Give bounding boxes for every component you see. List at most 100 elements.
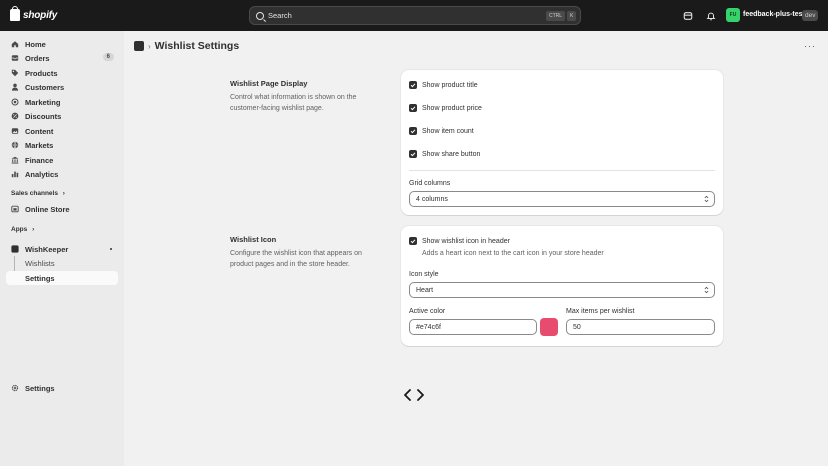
icon-settings-card: Show wishlist icon in header Adds a hear… <box>401 226 723 346</box>
main-content: › Wishlist Settings ··· Wishlist Page Di… <box>124 31 828 466</box>
chevron-right-icon: › <box>148 41 151 51</box>
search-bar[interactable]: CTRL K <box>249 6 581 25</box>
tag-icon <box>11 69 19 77</box>
sidebar-item-label: WishKeeper <box>25 244 69 254</box>
apps-heading[interactable]: Apps › <box>11 226 34 233</box>
sidebar-item-customers[interactable]: Customers <box>6 80 118 94</box>
sidebar-subitem-wishlists[interactable]: Wishlists <box>25 259 55 268</box>
orders-icon <box>11 54 19 62</box>
shopify-bag-icon <box>10 6 20 21</box>
sales-channels-label: Sales channels <box>11 190 58 197</box>
app-icon <box>11 245 19 253</box>
image-icon <box>11 127 19 135</box>
divider <box>409 170 715 171</box>
sidebar-item-label: Home <box>25 39 46 49</box>
code-icon[interactable] <box>404 389 424 403</box>
show-icon-help-text: Adds a heart icon next to the cart icon … <box>422 250 604 257</box>
sidebar-item-label: Finance <box>25 155 54 165</box>
sidebar-item-settings[interactable]: Settings <box>6 381 118 395</box>
sidebar-item-label: Online Store <box>25 204 70 214</box>
bar-chart-icon <box>11 170 19 178</box>
show-share-button-checkbox[interactable]: Show share button <box>409 150 480 158</box>
sidebar-item-orders[interactable]: Orders 6 <box>6 51 118 65</box>
store-icon[interactable] <box>682 10 693 21</box>
checkmark-icon <box>409 81 417 89</box>
show-header-icon-checkbox[interactable]: Show wishlist icon in header <box>409 237 510 245</box>
sidebar-item-label: Customers <box>25 82 65 92</box>
dev-badge: dev <box>802 10 819 21</box>
icon-style-label: Icon style <box>409 271 439 278</box>
active-color-input[interactable]: #e74c6f <box>409 319 537 335</box>
show-title-checkbox[interactable]: Show product title <box>409 81 478 89</box>
checkbox-label: Show item count <box>422 127 474 135</box>
sidebar-item-products[interactable]: Products <box>6 66 118 80</box>
sidebar-item-finance[interactable]: Finance <box>6 153 118 167</box>
orders-count-badge: 6 <box>102 53 114 61</box>
sidebar-item-label: Analytics <box>25 169 59 179</box>
discount-icon <box>11 112 19 120</box>
icon-style-select[interactable]: Heart <box>409 282 715 298</box>
display-section-title: Wishlist Page Display <box>230 79 308 88</box>
show-item-count-checkbox[interactable]: Show item count <box>409 127 474 135</box>
max-items-label: Max items per wishlist <box>566 308 635 315</box>
chevron-right-icon: › <box>62 190 65 197</box>
checkmark-icon <box>409 150 417 158</box>
more-actions-icon[interactable]: ··· <box>804 41 816 51</box>
target-icon <box>11 98 19 106</box>
search-input[interactable] <box>268 11 518 20</box>
chevron-right-icon: › <box>32 226 35 233</box>
display-settings-card: Show product title Show product price Sh… <box>401 70 723 215</box>
grid-columns-select[interactable]: 4 columns <box>409 191 715 207</box>
checkmark-icon <box>409 237 417 245</box>
sidebar-item-label: Marketing <box>25 97 61 107</box>
sidebar-item-discounts[interactable]: Discounts <box>6 109 118 123</box>
sidebar-item-analytics[interactable]: Analytics <box>6 167 118 181</box>
active-color-swatch[interactable] <box>540 318 558 336</box>
page-header: › Wishlist Settings <box>134 40 239 52</box>
shopify-logo[interactable]: shopify <box>10 6 58 21</box>
checkbox-label: Show wishlist icon in header <box>422 237 510 245</box>
sidebar-subitem-settings-active[interactable] <box>6 271 118 285</box>
sidebar-item-markets[interactable]: Markets <box>6 138 118 152</box>
sidebar-subitem-settings[interactable]: Settings <box>25 274 55 283</box>
icon-section-description: Configure the wishlist icon that appears… <box>230 250 362 268</box>
sidebar-item-label: Products <box>25 68 58 78</box>
icon-section-title: Wishlist Icon <box>230 235 277 244</box>
max-items-input[interactable]: 50 <box>566 319 715 335</box>
sidebar-item-label: Markets <box>25 140 54 150</box>
store-avatar[interactable]: FU <box>726 8 740 22</box>
bell-icon[interactable] <box>705 10 716 21</box>
top-bar: shopify CTRL K FU feedback-plus-test dev <box>0 0 828 31</box>
sidebar-item-label: Discounts <box>25 111 62 121</box>
sales-channels-heading[interactable]: Sales channels › <box>11 190 65 197</box>
store-name[interactable]: feedback-plus-test <box>743 11 805 18</box>
sidebar-item-home[interactable]: Home <box>6 37 118 51</box>
home-icon <box>11 40 19 48</box>
person-icon <box>11 83 19 91</box>
sidebar-item-label: Settings <box>25 383 55 393</box>
select-arrows-icon <box>704 286 709 294</box>
globe-icon <box>11 141 19 149</box>
bank-icon <box>11 156 19 164</box>
apps-label: Apps <box>11 226 28 233</box>
sidebar: Home Orders 6 Products Customers Marketi… <box>0 31 124 466</box>
shortcut-ctrl: CTRL <box>546 11 566 21</box>
active-color-label: Active color <box>409 308 446 315</box>
pin-dot-icon <box>110 248 112 250</box>
sidebar-item-online-store[interactable]: Online Store <box>6 202 118 216</box>
sidebar-item-wishkeeper[interactable]: WishKeeper <box>6 242 118 256</box>
sidebar-item-label: Orders <box>25 53 50 63</box>
checkmark-icon <box>409 104 417 112</box>
select-arrows-icon <box>704 195 709 203</box>
sidebar-item-marketing[interactable]: Marketing <box>6 95 118 109</box>
display-section-description: Control what information is shown on the… <box>230 94 357 112</box>
select-value: Heart <box>416 286 434 294</box>
app-icon[interactable] <box>134 41 144 51</box>
sidebar-item-content[interactable]: Content <box>6 124 118 138</box>
storefront-icon <box>11 205 19 213</box>
sidebar-item-label: Content <box>25 126 54 136</box>
brand-name: shopify <box>23 9 58 21</box>
show-price-checkbox[interactable]: Show product price <box>409 104 482 112</box>
checkmark-icon <box>409 127 417 135</box>
checkbox-label: Show product title <box>422 81 478 89</box>
